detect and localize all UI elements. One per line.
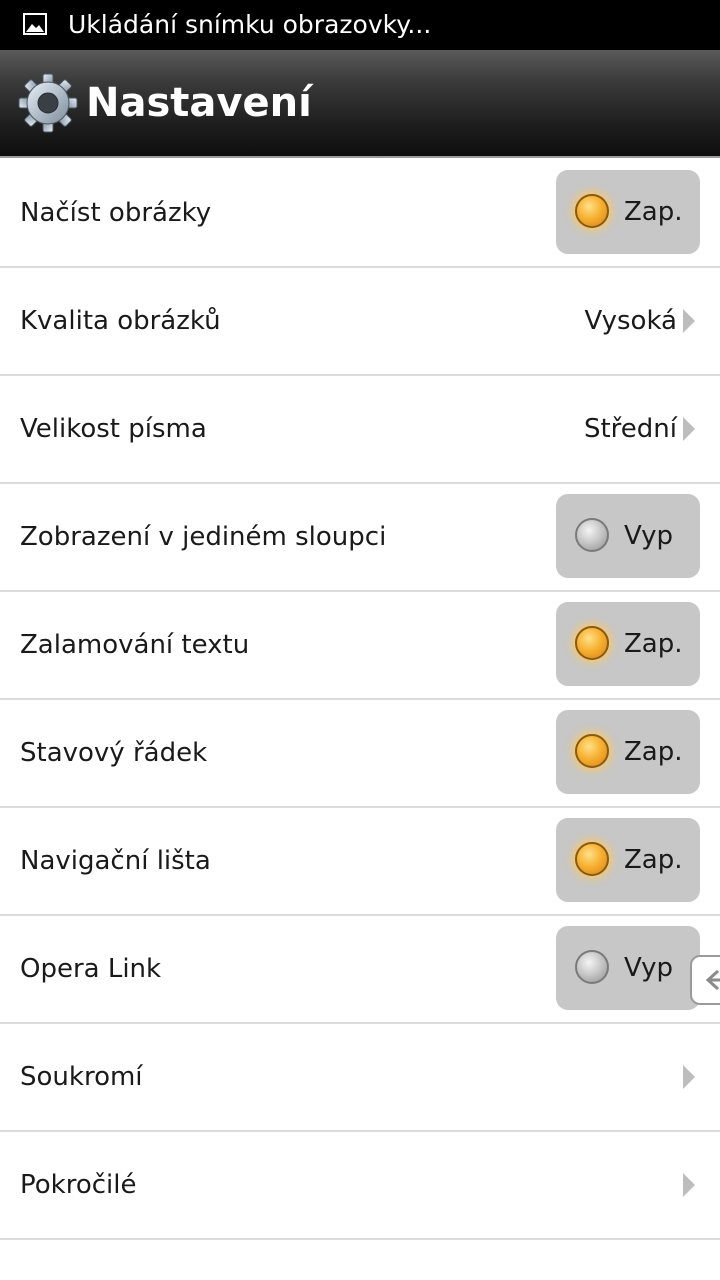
navigation-bar-toggle[interactable]: Zap. — [556, 818, 700, 902]
toggle-indicator-on — [575, 626, 609, 660]
setting-navigation-bar[interactable]: Navigační lišta Zap. — [0, 808, 720, 916]
setting-value: Vysoká — [584, 306, 677, 336]
text-wrap-toggle[interactable]: Zap. — [556, 602, 700, 686]
setting-opera-link[interactable]: Opera Link Vyp — [0, 916, 720, 1024]
status-notification-text: Ukládání snímku obrazovky... — [68, 10, 432, 39]
toggle-state-label: Zap. — [624, 629, 683, 659]
page-title: Nastavení — [86, 80, 312, 126]
setting-label: Stavový řádek — [20, 738, 208, 768]
settings-list: Načíst obrázky Zap. Kvalita obrázků Vyso… — [0, 160, 720, 1240]
setting-font-size[interactable]: Velikost písma Střední — [0, 376, 720, 484]
toggle-state-label: Zap. — [624, 845, 683, 875]
setting-status-bar[interactable]: Stavový řádek Zap. — [0, 700, 720, 808]
setting-label: Zobrazení v jediném sloupci — [20, 522, 387, 552]
setting-label: Navigační lišta — [20, 846, 211, 876]
chevron-right-icon — [683, 417, 695, 441]
title-bar: Nastavení — [0, 50, 720, 158]
chevron-right-icon — [683, 309, 695, 333]
toggle-indicator-off — [575, 518, 609, 552]
toggle-indicator-on — [575, 734, 609, 768]
setting-label: Načíst obrázky — [20, 198, 212, 228]
arrow-left-icon — [705, 969, 720, 991]
chevron-right-icon — [683, 1065, 695, 1089]
setting-value: Střední — [583, 414, 677, 444]
setting-privacy[interactable]: Soukromí — [0, 1024, 720, 1132]
toggle-indicator-off — [575, 950, 609, 984]
setting-label: Opera Link — [20, 954, 162, 984]
toggle-state-label: Vyp — [624, 521, 673, 551]
setting-single-column[interactable]: Zobrazení v jediném sloupci Vyp — [0, 484, 720, 592]
setting-label: Pokročilé — [20, 1170, 137, 1200]
setting-label: Velikost písma — [20, 414, 207, 444]
setting-image-quality[interactable]: Kvalita obrázků Vysoká — [0, 268, 720, 376]
setting-label: Soukromí — [20, 1062, 143, 1092]
load-images-toggle[interactable]: Zap. — [556, 170, 700, 254]
status-bar: Ukládání snímku obrazovky... — [0, 0, 720, 50]
toggle-indicator-on — [575, 842, 609, 876]
status-bar-toggle[interactable]: Zap. — [556, 710, 700, 794]
opera-link-toggle[interactable]: Vyp — [556, 926, 700, 1010]
side-back-tab[interactable] — [690, 955, 720, 1005]
setting-label: Kvalita obrázků — [20, 306, 221, 336]
chevron-right-icon — [683, 1173, 695, 1197]
image-icon — [23, 13, 47, 35]
setting-advanced[interactable]: Pokročilé — [0, 1132, 720, 1240]
toggle-indicator-on — [575, 194, 609, 228]
toggle-state-label: Vyp — [624, 953, 673, 983]
setting-label: Zalamování textu — [20, 630, 250, 660]
toggle-state-label: Zap. — [624, 737, 683, 767]
gear-icon — [18, 73, 78, 133]
toggle-state-label: Zap. — [624, 197, 683, 227]
setting-text-wrap[interactable]: Zalamování textu Zap. — [0, 592, 720, 700]
single-column-toggle[interactable]: Vyp — [556, 494, 700, 578]
setting-load-images[interactable]: Načíst obrázky Zap. — [0, 160, 720, 268]
